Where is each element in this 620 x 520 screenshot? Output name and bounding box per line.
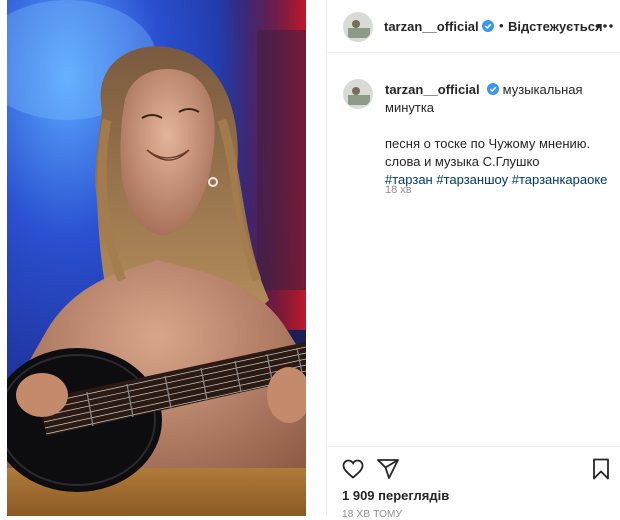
views-count[interactable]: 1 909 переглядів (342, 488, 449, 503)
post-header: tarzan__official • Відстежується (327, 0, 620, 53)
avatar-image (344, 13, 372, 41)
hashtag-line: #тарзан #тарзаншоу #тарзанкараоке (385, 171, 615, 189)
following-button[interactable]: Відстежується (508, 19, 603, 34)
verified-badge-icon (486, 83, 499, 95)
bookmark-icon[interactable] (589, 457, 613, 481)
instagram-post-window: tarzan__official • Відстежується tarzan_… (0, 0, 620, 520)
post-details-panel: tarzan__official • Відстежується tarzan_… (327, 0, 620, 520)
caption-line-4: слова и музыка С.Глушко (385, 154, 540, 169)
caption-time: 18 хв (385, 184, 412, 196)
paper-plane-icon[interactable] (376, 457, 400, 481)
caption-username[interactable]: tarzan__official (385, 82, 480, 97)
caption-text: tarzan__official музыкальная минутка песн… (385, 81, 615, 189)
hashtag-link[interactable]: #тарзанкараоке (512, 172, 608, 187)
caption-line-1: музыкальная (502, 82, 583, 97)
more-options-icon[interactable] (595, 16, 615, 36)
verified-badge-icon (481, 20, 494, 32)
post-actions: 1 909 переглядів 18 хв тому (327, 446, 620, 520)
separator-dot: • (499, 18, 504, 33)
post-timestamp[interactable]: 18 хв тому (342, 509, 402, 520)
avatar-image (344, 80, 372, 108)
caption-first-line: tarzan__official музыкальная (385, 81, 615, 99)
video-frame (7, 0, 306, 516)
caption-avatar[interactable] (343, 79, 373, 109)
caption-line-2: минутка (385, 100, 435, 115)
hashtag-link[interactable]: #тарзаншоу (436, 172, 508, 187)
avatar[interactable] (343, 12, 373, 42)
username-text: tarzan__official (384, 19, 479, 34)
caption-line-3: песня о тоске по Чужому мнению. (385, 136, 591, 151)
heart-icon[interactable] (341, 457, 365, 481)
post-video[interactable] (7, 0, 306, 516)
left-edge (0, 0, 7, 516)
username-link[interactable]: tarzan__official (384, 19, 494, 34)
